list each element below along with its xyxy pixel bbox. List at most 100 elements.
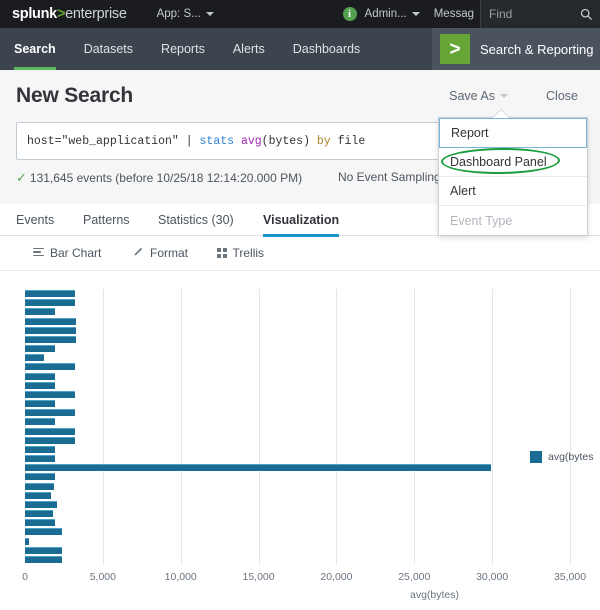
chart-bar[interactable] <box>25 318 76 325</box>
chart-bar[interactable] <box>25 483 54 490</box>
chart-plot-area <box>25 289 570 564</box>
save-as-dropdown-menu: Report Dashboard Panel Alert Event Type <box>438 117 588 236</box>
chart-bar[interactable] <box>25 492 51 499</box>
format-button[interactable]: Format <box>133 237 188 269</box>
legend-swatch <box>530 451 542 463</box>
chart-bar[interactable] <box>25 519 55 526</box>
search-query-text: host="web_application" | stats avg(bytes… <box>27 135 365 148</box>
messages-link[interactable]: Messag <box>434 8 474 20</box>
event-count-text: 131,645 events (before 10/25/18 12:14:20… <box>30 171 302 185</box>
x-tick-label: 15,000 <box>243 571 275 583</box>
chart-bar[interactable] <box>25 363 75 370</box>
check-icon: ✓ <box>16 170 27 186</box>
x-tick-label: 25,000 <box>398 571 430 583</box>
chart-bar[interactable] <box>25 391 75 398</box>
logo-enterprise-text: enterprise <box>65 6 126 22</box>
trellis-button[interactable]: Trellis <box>217 237 264 269</box>
event-count-status: ✓ 131,645 events (before 10/25/18 12:14:… <box>16 170 302 186</box>
chart-gridline <box>181 289 182 564</box>
chart-bar[interactable] <box>25 455 55 462</box>
nav-item-search[interactable]: Search <box>0 28 70 70</box>
chart-gridline <box>103 289 104 564</box>
save-as-button[interactable]: Save As <box>449 89 508 103</box>
nav-item-dashboards[interactable]: Dashboards <box>279 28 374 70</box>
info-icon[interactable]: i <box>343 7 357 21</box>
x-tick-label: 0 <box>22 571 28 583</box>
legend-label: avg(bytes <box>548 451 594 463</box>
tab-patterns[interactable]: Patterns <box>83 204 130 236</box>
chart-bar[interactable] <box>25 299 75 306</box>
app-badge[interactable]: > Search & Reporting <box>432 28 600 70</box>
menu-item-alert[interactable]: Alert <box>439 177 587 206</box>
grid-icon <box>217 248 227 258</box>
x-axis-label: avg(bytes) <box>410 589 459 601</box>
user-menu[interactable]: Admin... <box>365 8 420 20</box>
nav-item-reports[interactable]: Reports <box>147 28 219 70</box>
chart-bar[interactable] <box>25 547 62 554</box>
chart-bar[interactable] <box>25 510 53 517</box>
tab-visualization[interactable]: Visualization <box>263 204 339 236</box>
chart-bar[interactable] <box>25 418 55 425</box>
query-token: host="web_application" | <box>27 135 200 148</box>
search-icon[interactable] <box>580 8 593 26</box>
chart-bar[interactable] <box>25 428 75 435</box>
close-button[interactable]: Close <box>546 89 578 103</box>
query-token: file <box>338 135 366 148</box>
page-title: New Search <box>16 84 133 108</box>
user-menu-label: Admin... <box>365 8 407 20</box>
query-token: by <box>317 135 338 148</box>
app-selector-label: App: S... <box>157 8 201 20</box>
query-token: stats <box>200 135 241 148</box>
chart-bar[interactable] <box>25 556 62 563</box>
menu-item-report[interactable]: Report <box>439 118 587 148</box>
find-search-box[interactable] <box>480 0 600 28</box>
chart-bar[interactable] <box>25 464 491 471</box>
x-tick-label: 30,000 <box>476 571 508 583</box>
chart-gridline <box>570 289 571 564</box>
find-input[interactable] <box>489 7 581 21</box>
chart-bar[interactable] <box>25 473 55 480</box>
chart-bar[interactable] <box>25 308 55 315</box>
chevron-down-icon <box>412 12 420 16</box>
bar-chart: file 05,00010,00015,00020,00025,00030,00… <box>0 270 600 610</box>
event-sampling-label[interactable]: No Event Sampling <box>338 170 441 184</box>
chart-bar[interactable] <box>25 327 76 334</box>
chart-bar[interactable] <box>25 400 55 407</box>
query-token: (bytes) <box>262 135 317 148</box>
chart-gridline <box>336 289 337 564</box>
x-tick-label: 5,000 <box>90 571 116 583</box>
splunk-logo[interactable]: splunk>enterprise <box>12 6 127 22</box>
chart-legend: avg(bytes <box>530 451 594 463</box>
splunk-search-page: splunk>enterprise App: S... i Admin... M… <box>0 0 600 610</box>
chart-bar[interactable] <box>25 409 75 416</box>
chart-gridline <box>492 289 493 564</box>
chart-bar[interactable] <box>25 382 55 389</box>
chart-bar[interactable] <box>25 437 75 444</box>
bar-chart-icon <box>33 248 44 259</box>
chart-bar[interactable] <box>25 446 55 453</box>
nav-item-datasets[interactable]: Datasets <box>70 28 147 70</box>
chart-bar[interactable] <box>25 345 55 352</box>
nav-item-alerts[interactable]: Alerts <box>219 28 279 70</box>
chart-bar[interactable] <box>25 336 76 343</box>
query-token: avg <box>241 135 262 148</box>
chart-bar[interactable] <box>25 354 44 361</box>
chart-type-button[interactable]: Bar Chart <box>33 237 101 269</box>
chart-gridline <box>414 289 415 564</box>
trellis-label: Trellis <box>233 246 265 260</box>
chart-bar[interactable] <box>25 528 62 535</box>
app-selector[interactable]: App: S... <box>157 8 214 20</box>
chart-bar[interactable] <box>25 373 55 380</box>
chart-bar[interactable] <box>25 290 75 297</box>
tab-statistics[interactable]: Statistics (30) <box>158 204 234 236</box>
chart-bar[interactable] <box>25 538 29 545</box>
x-tick-label: 20,000 <box>320 571 352 583</box>
app-badge-label: Search & Reporting <box>480 42 593 57</box>
chart-bar[interactable] <box>25 501 57 508</box>
tab-events[interactable]: Events <box>16 204 54 236</box>
pencil-icon <box>133 246 144 260</box>
menu-item-dashboard-panel[interactable]: Dashboard Panel <box>439 148 587 177</box>
dropdown-arrow-icon <box>493 110 509 118</box>
x-tick-label: 10,000 <box>165 571 197 583</box>
top-bar: splunk>enterprise App: S... i Admin... M… <box>0 0 600 28</box>
